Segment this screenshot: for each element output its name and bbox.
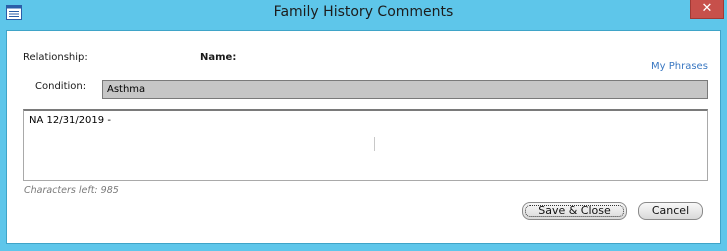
characters-left-counter: Characters left: 985	[24, 185, 119, 196]
condition-field: Asthma	[102, 80, 708, 99]
close-button[interactable]: ✕	[690, 0, 724, 19]
my-phrases-link[interactable]: My Phrases	[651, 61, 708, 72]
name-label: Name:	[200, 52, 237, 63]
condition-label: Condition:	[35, 81, 87, 92]
comments-text: NA 12/31/2019 -	[29, 115, 111, 126]
title-bar[interactable]: Family History Comments ✕	[0, 0, 727, 28]
text-cursor-icon	[374, 137, 375, 151]
family-history-comments-window: Family History Comments ✕ Relationship: …	[0, 0, 727, 251]
relationship-label: Relationship:	[23, 52, 88, 63]
dialog-body: Relationship: Name: My Phrases Condition…	[6, 30, 721, 244]
close-icon: ✕	[701, 1, 713, 16]
comments-textarea[interactable]: NA 12/31/2019 -	[23, 109, 708, 181]
window-title: Family History Comments	[273, 4, 454, 20]
cancel-button[interactable]: Cancel	[638, 202, 703, 220]
save-close-button[interactable]: Save & Close	[522, 202, 627, 220]
